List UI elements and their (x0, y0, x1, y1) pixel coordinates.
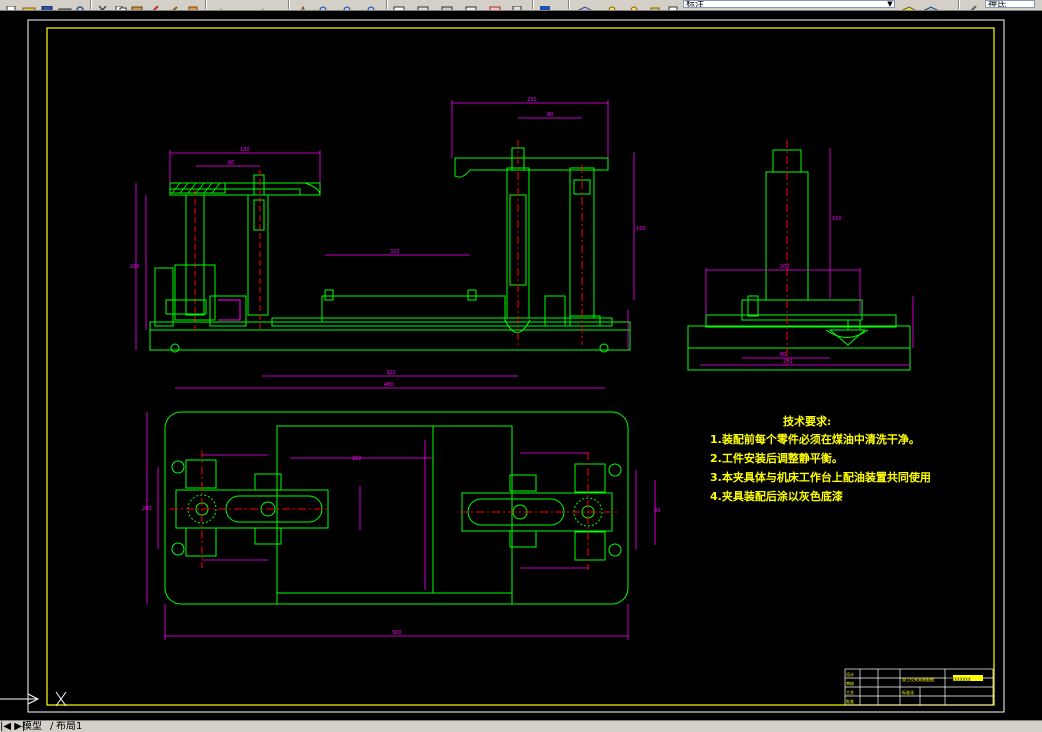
zoom-realtime-icon[interactable] (318, 0, 332, 10)
svg-text:80: 80 (780, 352, 786, 358)
layer-walk-icon[interactable] (923, 0, 939, 10)
help-icon[interactable] (538, 0, 552, 10)
sheet-set-icon[interactable] (464, 0, 478, 10)
block-icon[interactable] (186, 0, 200, 10)
note-item: 1.装配前每个零件必须在煤油中清洗干净。 (710, 432, 920, 446)
chevron-down-icon[interactable]: ▼ (885, 0, 895, 9)
layer-manager-icon[interactable] (577, 0, 593, 10)
front-view (149, 140, 631, 353)
calculator-icon[interactable] (510, 0, 524, 10)
layout-tabs: |◀ ▶| 模型 / 布局1 (0, 720, 1042, 732)
tab-model[interactable]: 模型 (22, 721, 42, 732)
layer-freeze-icon[interactable] (628, 0, 642, 10)
title-block-label: 批准 (846, 698, 854, 704)
svg-text:320: 320 (386, 370, 396, 376)
dimension-labels: 180 60 200 480 320 320 230 80 160 200 80… (130, 97, 842, 636)
plot-icon[interactable] (58, 0, 72, 10)
svg-text:60: 60 (228, 160, 234, 166)
svg-text:80: 80 (654, 508, 660, 514)
notes-title: 技术要求: (783, 414, 831, 428)
svg-text:160: 160 (636, 226, 646, 232)
open-icon[interactable] (22, 0, 36, 10)
text-style-icon[interactable] (966, 0, 980, 10)
design-center-icon[interactable] (416, 0, 430, 10)
svg-text:160: 160 (832, 216, 842, 222)
svg-text:320: 320 (390, 249, 400, 255)
technical-notes: 技术要求: 1.装配前每个零件必须在煤油中清洗干净。 2.工件安装后调整静平衡。… (710, 414, 931, 503)
svg-text:480: 480 (384, 382, 394, 388)
save-icon[interactable] (40, 0, 54, 10)
layer-color-icon[interactable] (666, 0, 680, 10)
svg-text:200: 200 (130, 264, 140, 270)
tool-palette-icon[interactable] (440, 0, 454, 10)
zoom-previous-icon[interactable] (366, 0, 380, 10)
note-item: 4.夹具装配后涂以灰色底漆 (710, 489, 843, 503)
redo-icon[interactable] (256, 0, 270, 10)
drawing-frame (46, 27, 995, 706)
note-item: 2.工件安装后调整静平衡。 (710, 451, 843, 465)
title-block-company: XXXXXXXXX (946, 677, 971, 682)
layer-state-icon[interactable] (606, 0, 620, 10)
svg-text:230: 230 (783, 359, 793, 365)
tab-separator: / (50, 721, 54, 732)
text-style-dropdown[interactable]: 神氏 (985, 0, 1035, 8)
title-block (844, 668, 994, 706)
tab-layout1[interactable]: 布局1 (56, 721, 82, 732)
layer-lock-icon[interactable] (648, 0, 662, 10)
layer-dropdown[interactable]: 标注 (683, 0, 895, 8)
front-view-dimensions (135, 100, 635, 389)
ucs-axis-icon (0, 691, 67, 707)
drawing-area[interactable]: 180 60 200 480 320 320 230 80 160 200 80… (0, 10, 1042, 720)
pan-icon[interactable] (296, 0, 310, 10)
note-item: 3.本夹具体与机床工作台上配油装置共同使用 (710, 470, 931, 484)
title-block-label: 设计 (846, 671, 854, 677)
top-view (164, 411, 629, 605)
cut-icon[interactable] (96, 0, 110, 10)
svg-text:80: 80 (547, 112, 553, 118)
new-icon[interactable] (4, 0, 18, 10)
markup-icon[interactable] (488, 0, 502, 10)
cad-drawing: 180 60 200 480 320 320 230 80 160 200 80… (0, 19, 1005, 713)
sheet-outer-border (27, 19, 1005, 713)
svg-text:180: 180 (240, 147, 250, 153)
properties-icon[interactable] (392, 0, 406, 10)
svg-text:260: 260 (352, 456, 362, 462)
top-view-dimensions (146, 412, 656, 640)
side-view (687, 140, 911, 371)
brush-icon[interactable] (166, 0, 180, 10)
svg-text:230: 230 (527, 97, 537, 103)
layer-prev-icon[interactable] (901, 0, 917, 10)
title-block-label: 审核 (846, 680, 854, 686)
paste-icon[interactable] (130, 0, 144, 10)
zoom-window-icon[interactable] (342, 0, 356, 10)
title-block-drawing-name: 双工位夹具装配图 (902, 676, 934, 682)
match-icon[interactable] (148, 0, 162, 10)
undo-icon[interactable] (214, 0, 228, 10)
side-view-dimensions (700, 148, 914, 366)
title-block-label: 标准化 (902, 689, 914, 695)
svg-text:200: 200 (780, 264, 790, 270)
preview-icon[interactable] (74, 0, 88, 10)
copy-icon[interactable] (114, 0, 128, 10)
svg-text:200: 200 (142, 506, 152, 512)
title-block-label: 工艺 (846, 690, 854, 695)
svg-text:500: 500 (392, 630, 402, 636)
